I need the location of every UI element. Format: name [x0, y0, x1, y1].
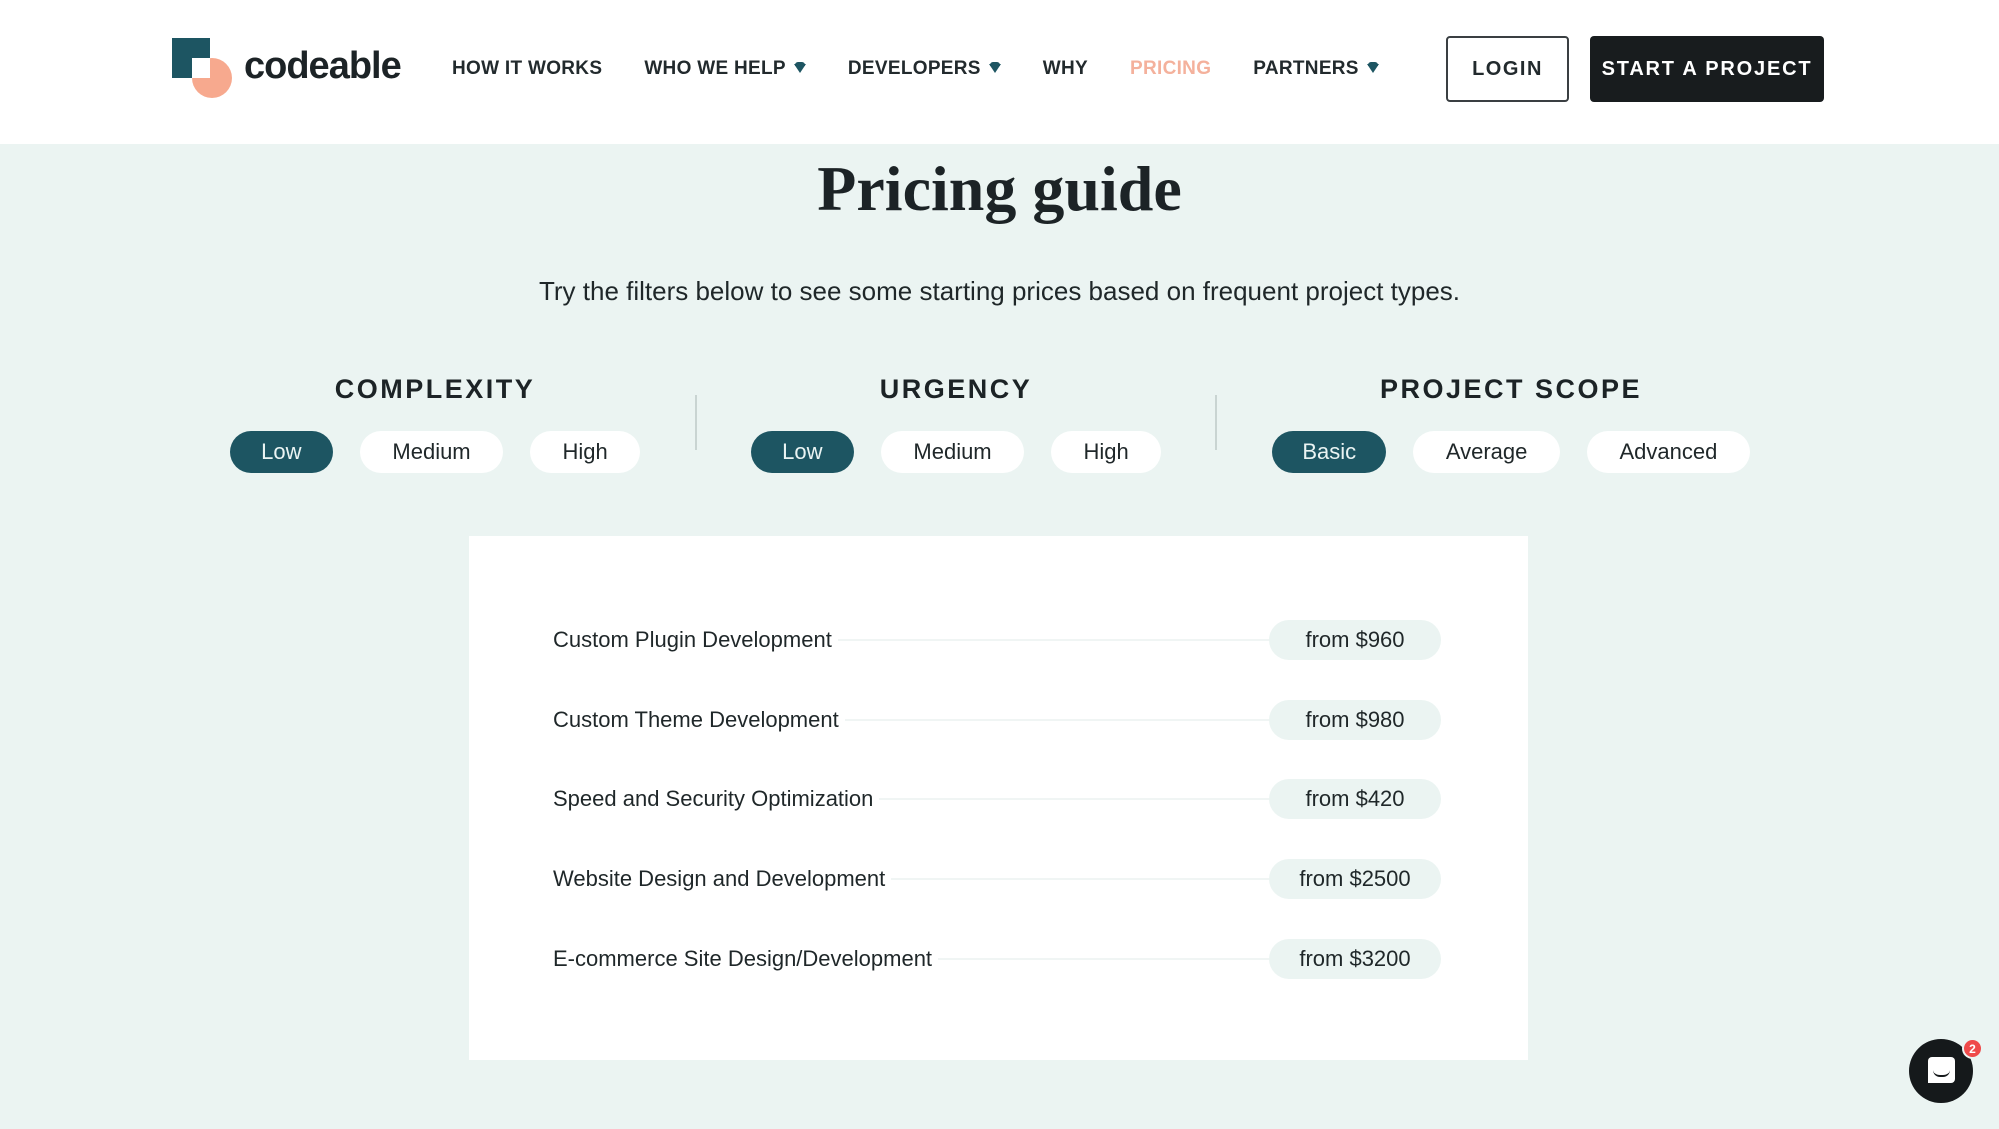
- price-row: E-commerce Site Design/Development from …: [553, 939, 1441, 979]
- page-subtitle: Try the filters below to see some starti…: [538, 276, 1461, 306]
- nav-partners[interactable]: PARTNERS: [1253, 58, 1379, 80]
- price-badge: from $2500: [1269, 859, 1441, 899]
- price-badge: from $420: [1269, 779, 1441, 819]
- chevron-down-icon: [1366, 62, 1379, 74]
- row-leader-line: [891, 878, 1269, 880]
- nav-why[interactable]: WHY: [1043, 58, 1088, 80]
- price-badge: from $980: [1269, 700, 1441, 740]
- filter-title: PROJECT SCOPE: [1379, 374, 1643, 404]
- complexity-filter: COMPLEXITY Low Medium High: [230, 374, 640, 473]
- filter-divider: [1215, 395, 1217, 450]
- nav-label: PARTNERS: [1253, 58, 1359, 79]
- nav-how-it-works[interactable]: HOW IT WORKS: [452, 58, 602, 80]
- scope-advanced-pill[interactable]: Advanced: [1586, 431, 1750, 473]
- filter-divider: [695, 395, 697, 450]
- nav-who-we-help[interactable]: WHO WE HELP: [644, 58, 806, 80]
- complexity-low-pill[interactable]: Low: [230, 431, 333, 473]
- row-leader-line: [837, 639, 1269, 641]
- scope-basic-pill[interactable]: Basic: [1272, 431, 1387, 473]
- complexity-medium-pill[interactable]: Medium: [359, 431, 504, 473]
- row-leader-line: [844, 719, 1269, 721]
- logo-icon: [172, 38, 232, 100]
- filter-title: COMPLEXITY: [334, 374, 536, 404]
- urgency-low-pill[interactable]: Low: [751, 431, 854, 473]
- service-name: E-commerce Site Design/Development: [553, 946, 939, 972]
- nav-label: DEVELOPERS: [847, 58, 981, 79]
- nav-pricing[interactable]: PRICING: [1130, 58, 1211, 80]
- urgency-filter: URGENCY Low Medium High: [751, 374, 1161, 473]
- price-row: Custom Theme Development from $980: [553, 700, 1441, 740]
- urgency-medium-pill[interactable]: Medium: [880, 431, 1025, 473]
- row-leader-line: [879, 798, 1269, 800]
- chevron-down-icon: [988, 62, 1001, 74]
- nav-label: WHY: [1042, 58, 1088, 79]
- row-leader-line: [938, 958, 1269, 960]
- site-header: codeable HOW IT WORKS WHO WE HELP DEVELO…: [0, 0, 1999, 144]
- filter-title: URGENCY: [879, 374, 1033, 404]
- price-badge: from $960: [1269, 620, 1441, 660]
- price-row: Custom Plugin Development from $960: [553, 620, 1441, 660]
- page-title: Pricing guide: [817, 153, 1182, 224]
- nav-label: PRICING: [1130, 58, 1212, 79]
- service-name: Website Design and Development: [553, 866, 892, 892]
- project-scope-filter: PROJECT SCOPE Basic Average Advanced: [1272, 374, 1750, 473]
- pricing-card: Custom Plugin Development from $960 Cust…: [469, 536, 1528, 1060]
- service-name: Custom Plugin Development: [553, 627, 838, 653]
- unread-badge: 2: [1962, 1038, 1983, 1059]
- main-nav: HOW IT WORKS WHO WE HELP DEVELOPERS WHY …: [452, 54, 1421, 84]
- service-name: Custom Theme Development: [553, 707, 845, 733]
- nav-label: WHO WE HELP: [644, 58, 786, 79]
- price-row: Speed and Security Optimization from $42…: [553, 779, 1441, 819]
- logo-text: codeable: [244, 44, 402, 87]
- chevron-down-icon: [793, 62, 806, 74]
- chat-launcher-button[interactable]: 2: [1909, 1038, 1983, 1103]
- nav-developers[interactable]: DEVELOPERS: [848, 58, 1001, 80]
- complexity-high-pill[interactable]: High: [530, 431, 640, 473]
- price-row: Website Design and Development from $250…: [553, 859, 1441, 899]
- price-badge: from $3200: [1269, 939, 1441, 979]
- scope-average-pill[interactable]: Average: [1413, 431, 1560, 473]
- urgency-high-pill[interactable]: High: [1051, 431, 1161, 473]
- nav-label: HOW IT WORKS: [452, 58, 603, 79]
- start-project-button[interactable]: START A PROJECT: [1590, 36, 1824, 102]
- service-name: Speed and Security Optimization: [553, 786, 880, 812]
- codeable-logo[interactable]: codeable: [172, 38, 412, 100]
- login-button[interactable]: LOGIN: [1446, 36, 1569, 102]
